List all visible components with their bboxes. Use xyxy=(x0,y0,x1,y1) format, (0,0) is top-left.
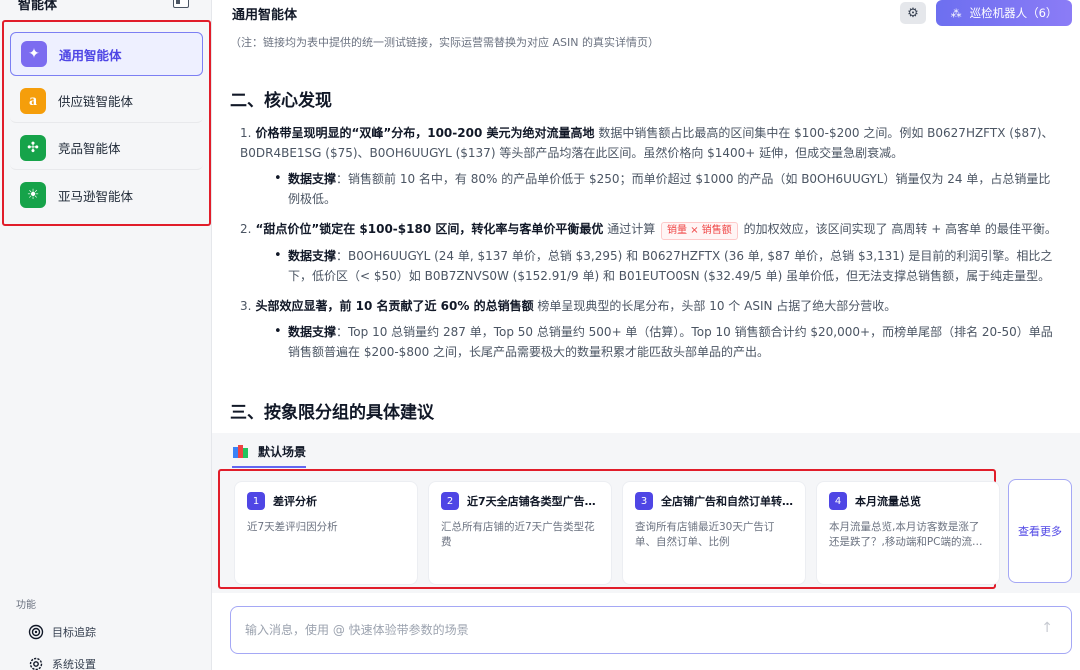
robot-icon: ⁂ xyxy=(950,6,962,20)
card-number: 3 xyxy=(635,492,653,510)
section-label: 功能 xyxy=(16,600,36,611)
support-lead: 数据支撑 xyxy=(288,325,337,339)
func-label: 系统设置 xyxy=(52,658,96,670)
agent-label: 通用智能体 xyxy=(59,47,122,63)
amazon-icon: a xyxy=(20,87,46,114)
agent-item-competitor[interactable]: ✣ 竞品智能体 xyxy=(10,126,203,170)
message-input[interactable] xyxy=(245,619,1005,641)
finding-text: 榜单呈现典型的长尾分布，头部 10 个 ASIN 占据了绝大部分营收。 xyxy=(533,299,897,313)
settings-button[interactable]: ⚙ xyxy=(900,2,926,24)
page-title: 通用智能体 xyxy=(232,8,298,23)
agent-item-amazon[interactable]: ☀ 亚马逊智能体 xyxy=(10,173,203,217)
robot-button-label: 巡检机器人（6） xyxy=(969,6,1058,20)
card-title: 全店铺广告和自然订单转… xyxy=(661,495,793,508)
view-more-button[interactable]: 查看更多 xyxy=(1008,479,1072,583)
sidebar-toggle-icon[interactable] xyxy=(173,0,189,8)
card-title: 差评分析 xyxy=(273,495,317,508)
scene-card[interactable]: 4 本月流量总览 本月流量总览,本月访客数是涨了还是跌了？,移动端和PC端的流… xyxy=(816,481,1000,585)
finding-lead: “甜点价位”锁定在 $100-$180 区间，转化率与客单价平衡最优 xyxy=(255,222,604,236)
card-description: 近7天差评归因分析 xyxy=(247,521,338,533)
finding-number: 2. xyxy=(240,222,252,236)
card-description: 查询所有店铺最近30天广告订单、自然订单、比例 xyxy=(635,521,775,548)
topbar: 通用智能体 ⚙ ⁂ 巡检机器人（6） xyxy=(212,0,1080,28)
card-number: 2 xyxy=(441,492,459,510)
support-lead: 数据支撑 xyxy=(288,249,337,263)
main-panel: 通用智能体 ⚙ ⁂ 巡检机器人（6） （注：链接均为表中提供的统一测试链接，实际… xyxy=(212,0,1080,670)
scene-panel: 默认场景 1 差评分析 近7天差评归因分析 2 近7天全店铺各类型广告… 汇总所有店… xyxy=(212,433,1080,593)
support-text: ：Top 10 总销量约 287 单，Top 50 总销量约 500+ 单（估算… xyxy=(288,325,1053,359)
agent-item-supply-chain[interactable]: a 供应链智能体 xyxy=(10,79,203,123)
finding-item: 1. 价格带呈现明显的“双峰”分布，100-200 美元为绝对流量高地 数据中销售… xyxy=(240,123,1058,209)
card-description: 汇总所有店铺的近7天广告类型花费 xyxy=(441,521,595,548)
scene-card[interactable]: 2 近7天全店铺各类型广告… 汇总所有店铺的近7天广告类型花费 xyxy=(428,481,612,585)
sun-icon: ☀ xyxy=(20,182,46,208)
sidebar-func-target-tracking[interactable]: 目标追踪 xyxy=(28,624,96,640)
gear-icon: ⚙ xyxy=(907,5,919,21)
agent-label: 竞品智能体 xyxy=(58,141,121,156)
tab-label: 默认场景 xyxy=(258,445,307,459)
card-title: 近7天全店铺各类型广告… xyxy=(467,495,596,508)
card-number: 1 xyxy=(247,492,265,510)
card-title: 本月流量总览 xyxy=(855,495,921,508)
scene-card[interactable]: 1 差评分析 近7天差评归因分析 xyxy=(234,481,418,585)
note-text: （注：链接均为表中提供的统一测试链接，实际运营需替换为对应 ASIN 的真实详情… xyxy=(230,36,659,48)
finding-support: 数据支撑：销售额前 10 名中，有 80% 的产品单价低于 $250；而单价超过… xyxy=(274,169,1058,209)
finding-support: 数据支撑：B0OH6UUGYL (24 单, $137 单价，总销 $3,295… xyxy=(274,246,1058,286)
section-heading: 二、核心发现 xyxy=(230,91,332,111)
section-heading: 三、按象限分组的具体建议 xyxy=(230,403,434,423)
finding-lead: 头部效应显著，前 10 名贡献了近 60% 的总销售额 xyxy=(255,299,534,313)
agent-label: 供应链智能体 xyxy=(58,94,134,109)
scene-card[interactable]: 3 全店铺广告和自然订单转… 查询所有店铺最近30天广告订单、自然订单、比例 xyxy=(622,481,806,585)
finding-support: 数据支撑：Top 10 总销量约 287 单，Top 50 总销量约 500+ … xyxy=(274,322,1058,362)
support-text: ：B0OH6UUGYL (24 单, $137 单价，总销 $3,295) 和 … xyxy=(288,249,1053,283)
books-icon xyxy=(233,444,248,458)
support-lead: 数据支撑 xyxy=(288,172,337,186)
sparkle-icon: ✦ xyxy=(21,41,47,67)
target-icon xyxy=(28,624,44,640)
support-text: ：销售额前 10 名中，有 80% 的产品单价低于 $250；而单价超过 $10… xyxy=(288,172,1051,206)
func-label: 目标追踪 xyxy=(52,626,96,639)
sidebar: 智能体 ✦ 通用智能体 a 供应链智能体 ✣ 竞品智能体 ☀ 亚马逊智能体 功能… xyxy=(0,0,212,670)
message-input-box: ↑ xyxy=(230,606,1072,654)
card-number: 4 xyxy=(829,492,847,510)
send-arrow-icon[interactable]: ↑ xyxy=(1041,620,1053,636)
tab-default-scene[interactable]: 默认场景 xyxy=(232,443,307,468)
finding-item: 2. “甜点价位”锁定在 $100-$180 区间，转化率与客单价平衡最优 通过计… xyxy=(240,219,1058,286)
patrol-robot-button[interactable]: ⁂ 巡检机器人（6） xyxy=(936,0,1072,26)
finding-text: 通过计算 xyxy=(603,222,660,236)
agent-item-general[interactable]: ✦ 通用智能体 xyxy=(10,32,203,76)
formula-chip: 销量 × 销售额 xyxy=(661,222,738,240)
finding-text: 的加权效应，该区间实现了 高周转 + 高客单 的最佳平衡。 xyxy=(739,222,1057,236)
finding-number: 3. xyxy=(240,299,252,313)
sidebar-func-settings[interactable]: 系统设置 xyxy=(28,656,96,670)
scene-cards: 1 差评分析 近7天差评归因分析 2 近7天全店铺各类型广告… 汇总所有店铺的近7天… xyxy=(218,469,1000,589)
finding-item: 3. 头部效应显著，前 10 名贡献了近 60% 的总销售额 榜单呈现典型的长尾分… xyxy=(240,296,1058,362)
finding-number: 1. xyxy=(240,126,252,140)
network-icon: ✣ xyxy=(20,134,46,161)
agent-label: 亚马逊智能体 xyxy=(58,188,134,204)
finding-lead: 价格带呈现明显的“双峰”分布，100-200 美元为绝对流量高地 xyxy=(255,126,595,140)
sidebar-title: 智能体 xyxy=(18,0,58,13)
report-content: （注：链接均为表中提供的统一测试链接，实际运营需替换为对应 ASIN 的真实详情… xyxy=(212,28,1080,433)
gear-icon xyxy=(29,657,43,670)
card-description: 本月流量总览,本月访客数是涨了还是跌了？,移动端和PC端的流… xyxy=(829,521,983,548)
agent-list: ✦ 通用智能体 a 供应链智能体 ✣ 竞品智能体 ☀ 亚马逊智能体 xyxy=(2,20,211,226)
